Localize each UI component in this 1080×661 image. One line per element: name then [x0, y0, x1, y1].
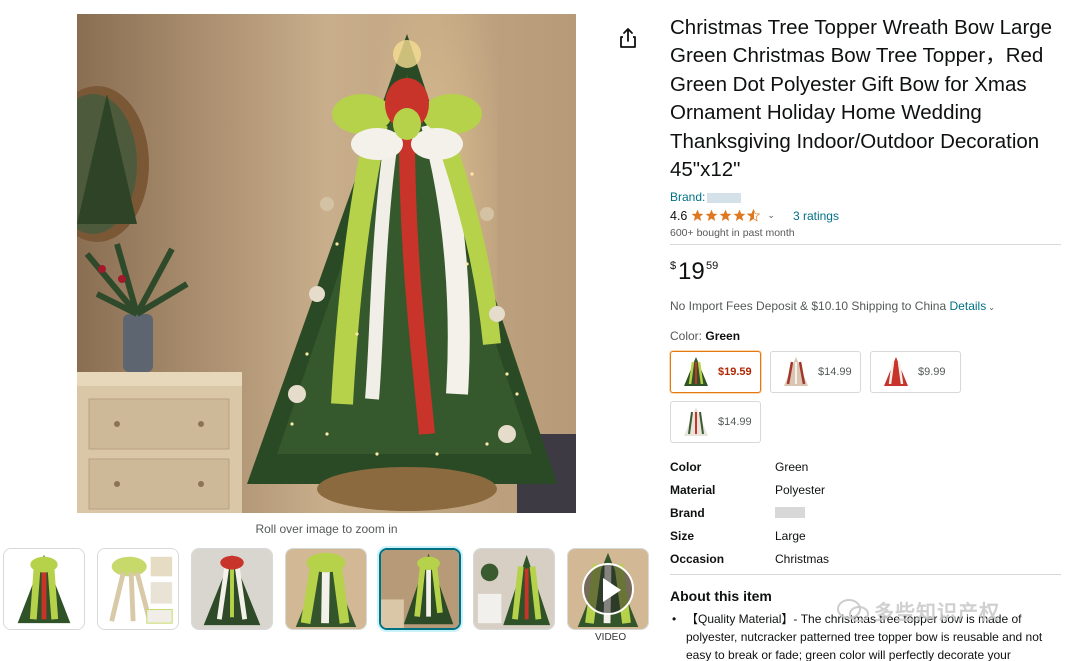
thumbnail-1[interactable]: [3, 548, 85, 630]
tree-icon: [684, 407, 708, 437]
swatch-price: $19.59: [718, 366, 752, 379]
spec-row-size: Size Large: [670, 524, 1062, 547]
zoom-hint: Roll over image to zoom in: [255, 522, 398, 536]
watermark: 多些知识产权: [836, 596, 1000, 625]
color-label: Color:: [670, 329, 703, 344]
swatch-green[interactable]: $19.59: [670, 351, 761, 394]
price-fraction: 59: [706, 260, 719, 273]
spec-value-redacted: [775, 507, 805, 519]
divider: [670, 574, 1061, 576]
spec-row-material: Material Polyester: [670, 478, 1062, 501]
spec-value: Large: [775, 528, 806, 543]
tree-icon: [884, 357, 908, 387]
star-icon: [706, 210, 718, 222]
product-details: Christmas Tree Topper Wreath Bow Large G…: [670, 14, 1062, 661]
bought-count: 600+ bought in past month: [670, 227, 795, 240]
color-selection-label: Color: Green: [670, 329, 1062, 343]
rating-value: 4.6: [670, 208, 688, 223]
product-title: Christmas Tree Topper Wreath Bow Large G…: [670, 16, 1053, 182]
spec-row-occasion: Occasion Christmas: [670, 547, 1062, 570]
price-symbol: $: [670, 260, 677, 273]
play-icon[interactable]: [582, 563, 634, 615]
thumbnail-2[interactable]: [97, 548, 179, 630]
ratings-link[interactable]: 3 ratings: [793, 209, 839, 223]
rating-line: 4.6 ⌄ 3 ratings: [670, 207, 1062, 224]
watermark-text: 多些知识产权: [874, 602, 1000, 624]
thumbnail-6[interactable]: [473, 548, 555, 630]
bullet-dot: •: [672, 612, 677, 627]
spec-key: Material: [670, 482, 716, 497]
chevron-down-icon[interactable]: ⌄: [767, 210, 775, 221]
star-rating[interactable]: [691, 209, 761, 223]
swatch-price: $9.99: [918, 366, 946, 379]
video-label: VIDEO: [595, 632, 627, 643]
swatch-price: $14.99: [718, 416, 752, 429]
thumbnail-video[interactable]: [567, 548, 649, 630]
tree-icon: [684, 357, 708, 387]
thumbnail-5[interactable]: [379, 548, 461, 630]
swatch-4[interactable]: $14.99: [670, 401, 761, 444]
chevron-down-icon[interactable]: ⌄: [988, 303, 995, 312]
color-selected: Green: [705, 329, 741, 344]
main-product-image[interactable]: [77, 14, 576, 513]
spec-row-brand: Brand: [670, 501, 1062, 524]
brand-name-redacted: [707, 193, 742, 204]
spec-value: Green: [775, 459, 809, 474]
star-icon: [734, 210, 746, 222]
swatch-3[interactable]: $9.99: [870, 351, 961, 394]
star-half-icon: [747, 209, 761, 223]
tree-icon: [784, 357, 808, 387]
thumbnail-strip: [3, 548, 653, 632]
brand-line[interactable]: Brand:: [670, 190, 1062, 205]
spec-value: Christmas: [775, 551, 830, 566]
spec-key: Color: [670, 459, 702, 474]
share-icon[interactable]: [617, 27, 639, 49]
spec-key: Size: [670, 528, 695, 543]
spec-row-color: Color Green: [670, 455, 1062, 478]
price-whole: 19: [678, 258, 705, 286]
color-swatches: $19.59 $14.99 $9.99 $14.99: [670, 351, 1062, 447]
brand-label: Brand:: [670, 190, 706, 205]
star-icon: [692, 210, 704, 222]
shipping-info: No Import Fees Deposit & $10.10 Shipping…: [670, 299, 1062, 313]
specs-table: Color Green Material Polyester Brand Siz…: [670, 455, 1062, 570]
shipping-details-link[interactable]: Details: [950, 299, 987, 313]
thumbnail-4[interactable]: [285, 548, 367, 630]
spec-key: Occasion: [670, 551, 725, 566]
divider: [670, 244, 1061, 246]
star-icon: [720, 210, 732, 222]
swatch-price: $14.99: [818, 366, 852, 379]
wechat-icon: [837, 598, 869, 622]
price: $ 19 59: [670, 258, 1062, 288]
thumbnail-3[interactable]: [191, 548, 273, 630]
shipping-text: No Import Fees Deposit & $10.10 Shipping…: [670, 299, 947, 314]
spec-key: Brand: [670, 505, 705, 520]
spec-value: Polyester: [775, 482, 826, 497]
swatch-2[interactable]: $14.99: [770, 351, 861, 394]
